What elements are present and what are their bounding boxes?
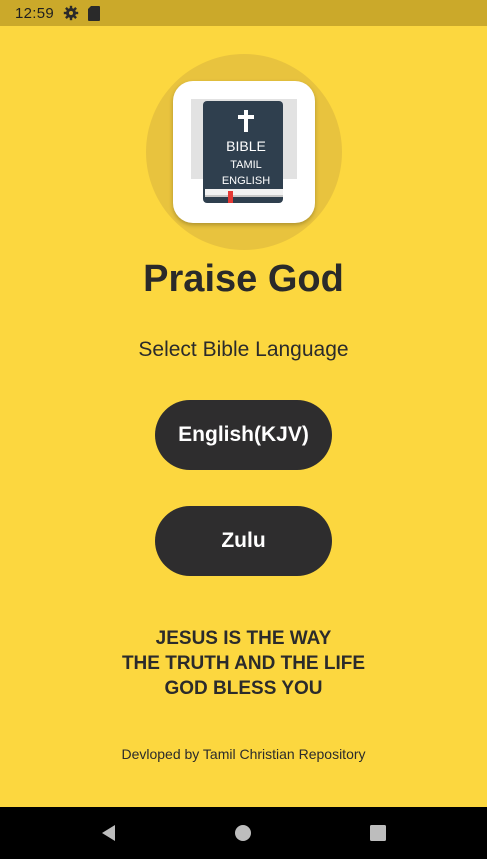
tagline-line-1: JESUS IS THE WAY — [155, 628, 332, 649]
sd-card-icon — [88, 5, 101, 21]
select-language-label: Select Bible Language — [138, 338, 349, 361]
logo-text-english: ENGLISH — [222, 175, 270, 187]
app-content: BIBLE TAMIL ENGLISH Praise God Select Bi… — [0, 26, 487, 807]
status-bar: 12:59 — [0, 0, 487, 26]
status-time: 12:59 — [15, 4, 55, 22]
tagline: JESUS IS THE WAY THE TRUTH AND THE LIFE … — [0, 626, 487, 701]
english-kjv-button[interactable]: English(KJV) — [155, 400, 332, 470]
bible-book-icon: BIBLE TAMIL ENGLISH — [191, 99, 297, 203]
app-logo: BIBLE TAMIL ENGLISH — [173, 81, 315, 223]
app-title: Praise God — [143, 258, 344, 300]
recents-icon[interactable] — [366, 821, 390, 845]
logo-text-bible: BIBLE — [226, 138, 266, 154]
navigation-bar — [0, 807, 487, 859]
logo-text-tamil: TAMIL — [230, 159, 262, 171]
tagline-line-3: GOD BLESS YOU — [164, 678, 323, 699]
zulu-button[interactable]: Zulu — [155, 506, 332, 576]
home-icon[interactable] — [231, 821, 255, 845]
back-icon[interactable] — [97, 821, 121, 845]
gear-icon — [63, 5, 79, 21]
tagline-line-2: THE TRUTH AND THE LIFE — [121, 653, 366, 674]
developer-credit: Devloped by Tamil Christian Repository — [121, 746, 366, 762]
